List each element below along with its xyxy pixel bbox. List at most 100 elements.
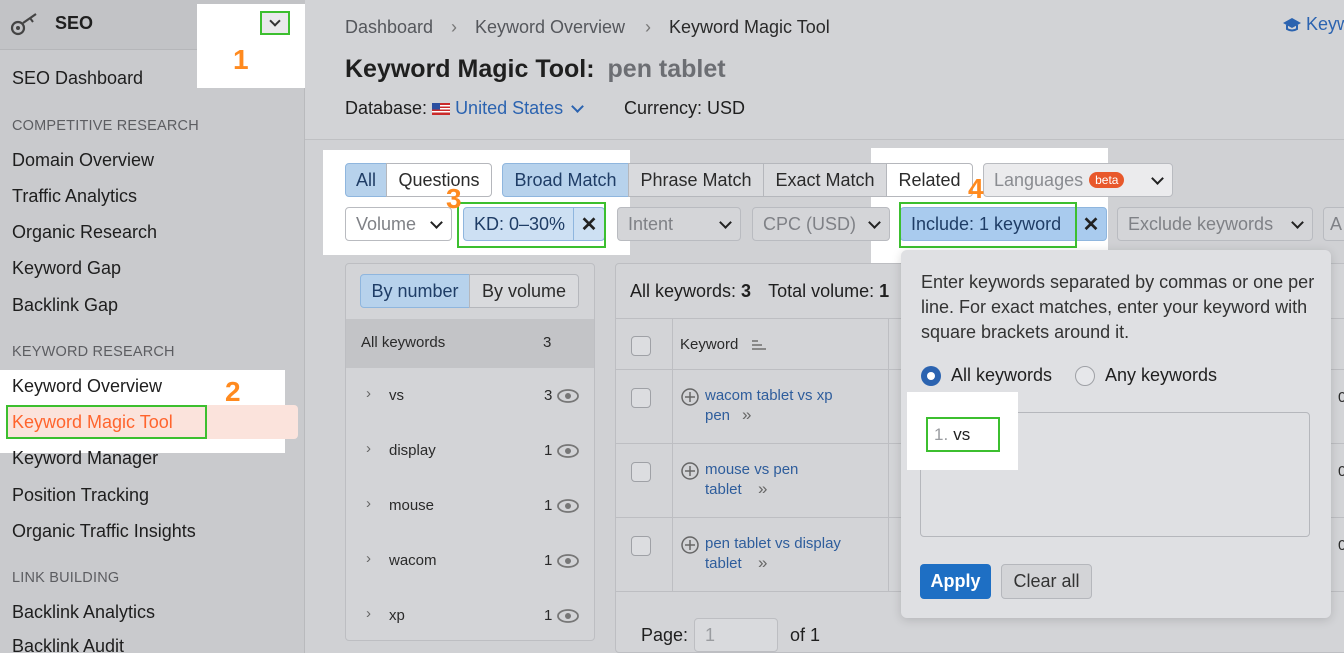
chevron-down-icon [269, 15, 281, 27]
breadcrumb-dashboard[interactable]: Dashboard [345, 17, 433, 38]
by-volume-button[interactable]: By volume [469, 274, 579, 308]
highlight-box-magic-tool [6, 405, 207, 439]
groups-all-label: All keywords [361, 334, 446, 351]
include-clear-icon[interactable]: ✕ [1076, 208, 1106, 240]
keyword-link-line2[interactable]: pen [705, 406, 730, 426]
add-to-list-icon[interactable] [681, 388, 699, 406]
open-keyword-icon[interactable]: » [758, 553, 767, 573]
expand-chevron-icon[interactable]: › [366, 385, 371, 402]
sidebar-item-keyword-manager[interactable]: Keyword Manager [12, 448, 158, 469]
group-row[interactable]: › vs 3 [346, 368, 594, 423]
sidebar-item-seo-dashboard[interactable]: SEO Dashboard [12, 68, 143, 89]
row-checkbox[interactable] [631, 462, 651, 482]
page-title: Keyword Magic Tool: pen tablet [345, 55, 726, 84]
sidebar-item-domain-overview[interactable]: Domain Overview [12, 150, 154, 171]
tab-exact-match[interactable]: Exact Match [763, 163, 887, 197]
volume-label: Total volume: [768, 281, 875, 301]
eye-icon[interactable] [557, 499, 579, 513]
line-number: 1. [934, 424, 949, 444]
header-right-link[interactable]: Keyw [1282, 14, 1344, 35]
expand-chevron-icon[interactable]: › [366, 495, 371, 512]
keyword-link[interactable]: wacom tablet vs xp [705, 386, 833, 406]
expand-chevron-icon[interactable]: › [366, 550, 371, 567]
open-keyword-icon[interactable]: » [742, 405, 751, 425]
sidebar-item-keyword-overview[interactable]: Keyword Overview [12, 376, 162, 397]
database-label: Database: [345, 98, 428, 118]
intent-filter-label: Intent [628, 213, 674, 234]
groups-all-row[interactable]: All keywords 3 [346, 319, 594, 368]
breadcrumb-keyword-overview[interactable]: Keyword Overview [475, 17, 625, 38]
col-keyword-header[interactable]: Keyword [680, 336, 738, 353]
sidebar-item-position-tracking[interactable]: Position Tracking [12, 485, 149, 506]
eye-icon[interactable] [557, 609, 579, 623]
page-input[interactable]: 1 [694, 618, 779, 652]
row-checkbox[interactable] [631, 536, 651, 556]
row-checkbox[interactable] [631, 388, 651, 408]
exclude-filter-label: Exclude keywords [1128, 213, 1274, 234]
radio-unselected-icon [1075, 365, 1095, 386]
tab-related[interactable]: Related [886, 163, 973, 197]
groups-all-count: 3 [543, 334, 552, 351]
database-selector[interactable]: Database: United States [345, 98, 584, 119]
group-row[interactable]: › display 1 [346, 423, 594, 478]
column-divider [888, 319, 889, 371]
sidebar-item-backlink-audit[interactable]: Backlink Audit [12, 636, 124, 653]
advanced-filter[interactable]: A [1323, 207, 1344, 241]
eye-icon[interactable] [557, 389, 579, 403]
tab-questions[interactable]: Questions [386, 163, 492, 197]
tab-phrase-match[interactable]: Phrase Match [628, 163, 764, 197]
opt-any-label: Any keywords [1105, 365, 1218, 385]
clear-all-button[interactable]: Clear all [1001, 564, 1092, 599]
cpc-filter[interactable]: CPC (USD) [752, 207, 890, 241]
tab-broad-match[interactable]: Broad Match [502, 163, 629, 197]
keyword-link-line2[interactable]: tablet [705, 480, 742, 500]
add-to-list-icon[interactable] [681, 462, 699, 480]
volume-filter[interactable]: Volume [345, 207, 452, 241]
tab-all[interactable]: All [345, 163, 387, 197]
header-right-link-label: Keyw [1306, 14, 1344, 34]
group-count: 3 [544, 387, 553, 404]
group-row[interactable]: › wacom 1 [346, 533, 594, 588]
chevron-down-icon [430, 215, 443, 229]
intent-filter[interactable]: Intent [617, 207, 741, 241]
apply-button[interactable]: Apply [920, 564, 991, 599]
group-row[interactable]: › mouse 1 [346, 478, 594, 533]
eye-icon[interactable] [557, 444, 579, 458]
breadcrumb-separator-icon: › [645, 17, 651, 37]
include-instructions: Enter keywords separated by commas or on… [921, 272, 1315, 342]
keyword-link-line2[interactable]: tablet [705, 554, 742, 574]
sidebar-item-backlink-gap[interactable]: Backlink Gap [12, 295, 118, 316]
keyword-link[interactable]: mouse vs pen [705, 460, 798, 480]
column-divider [888, 518, 889, 592]
radio-selected-icon [921, 365, 941, 386]
expand-chevron-icon[interactable]: › [366, 605, 371, 622]
sidebar-item-traffic-analytics[interactable]: Traffic Analytics [12, 186, 137, 207]
group-name: display [389, 442, 436, 459]
sort-icon[interactable] [752, 339, 766, 351]
database-value: United States [455, 98, 564, 118]
collapse-toggle-button[interactable] [260, 11, 290, 35]
sidebar-item-backlink-analytics[interactable]: Backlink Analytics [12, 602, 155, 623]
by-number-button[interactable]: By number [360, 274, 470, 308]
exclude-keywords-filter[interactable]: Exclude keywords [1117, 207, 1313, 241]
page-label: Page: [641, 624, 689, 645]
select-all-checkbox[interactable] [631, 336, 651, 356]
section-keyword-research: KEYWORD RESEARCH [12, 344, 175, 360]
add-to-list-icon[interactable] [681, 536, 699, 554]
callout-4: 4 [968, 173, 984, 204]
column-divider [672, 370, 673, 444]
match-all-option[interactable]: All keywords [921, 365, 1052, 386]
sidebar-item-organic-traffic-insights[interactable]: Organic Traffic Insights [12, 521, 196, 542]
group-row[interactable]: › xp 1 [346, 588, 594, 643]
sidebar-item-keyword-gap[interactable]: Keyword Gap [12, 258, 121, 279]
match-any-option[interactable]: Any keywords [1075, 365, 1217, 386]
advanced-filter-label: A [1330, 213, 1343, 234]
languages-dropdown[interactable]: Languages beta [983, 163, 1173, 197]
eye-icon[interactable] [557, 554, 579, 568]
chevron-down-icon [571, 100, 584, 113]
sidebar-item-organic-research[interactable]: Organic Research [12, 222, 157, 243]
open-keyword-icon[interactable]: » [758, 479, 767, 499]
callout-3: 3 [446, 183, 462, 214]
expand-chevron-icon[interactable]: › [366, 440, 371, 457]
keyword-link[interactable]: pen tablet vs display [705, 534, 841, 554]
